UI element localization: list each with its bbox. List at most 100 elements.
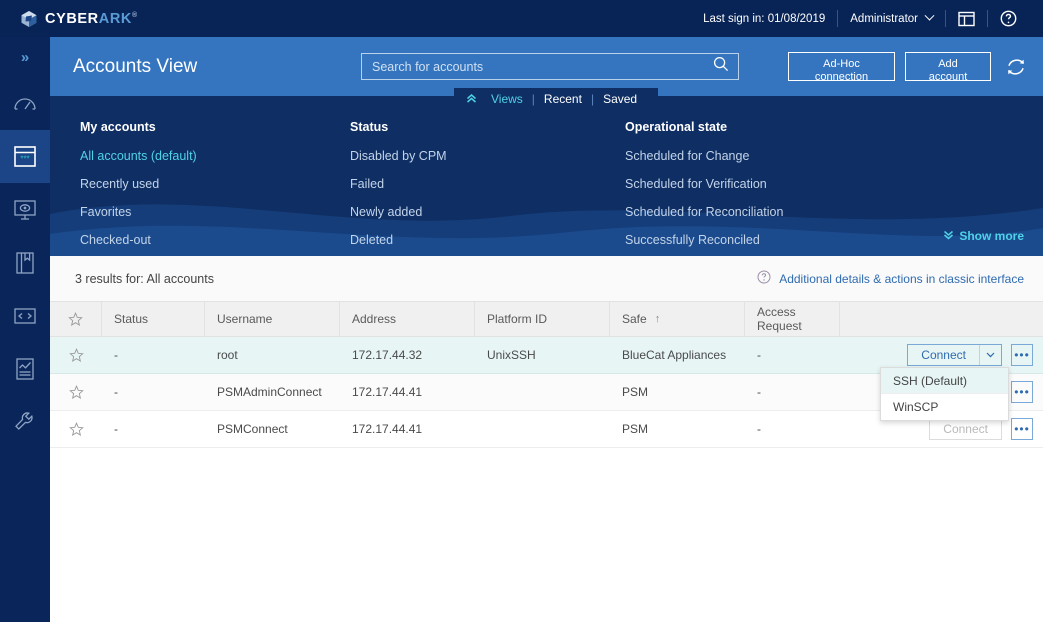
dropdown-item-winscp[interactable]: WinSCP [881, 394, 1008, 420]
user-menu[interactable]: Administrator [838, 0, 945, 37]
row-more-actions-button[interactable]: ••• [1011, 344, 1033, 366]
table-header-row: Status Username Address Platform ID Safe… [50, 301, 1043, 337]
book-icon [16, 251, 34, 274]
sidebar-item-api[interactable] [0, 289, 50, 342]
dropdown-item-ssh-default[interactable]: SSH (Default) [881, 368, 1008, 394]
help-circle-icon [757, 270, 771, 287]
top-bar: CYBERARK® Last sign in: 01/08/2019 Admin… [0, 0, 1043, 37]
connect-button-label: Connect [943, 422, 988, 436]
chevron-down-icon [986, 352, 995, 358]
ad-hoc-connection-button[interactable]: Ad-Hoc connection [788, 52, 895, 83]
column-header-favorite[interactable] [50, 301, 102, 337]
chart-document-icon [16, 357, 34, 380]
views-column-my-accounts: My accounts All accounts (default) Recen… [80, 120, 350, 256]
cell-username: PSMAdminConnect [217, 385, 322, 399]
add-account-line2: account [928, 70, 968, 83]
view-item-recently-used[interactable]: Recently used [80, 177, 350, 191]
cell-username: root [217, 348, 238, 362]
left-sidebar: » *** [0, 37, 50, 622]
results-summary: 3 results for: All accounts [75, 271, 214, 286]
cell-username: PSMConnect [217, 422, 288, 436]
connect-button-label[interactable]: Connect [908, 345, 979, 365]
sidebar-item-accounts[interactable]: *** [0, 130, 50, 183]
row-favorite-toggle[interactable] [50, 411, 102, 447]
monitor-eye-icon [14, 199, 36, 220]
classic-interface-label: Additional details & actions in classic … [779, 271, 1024, 286]
column-header: Status [350, 120, 389, 134]
double-chevron-right-icon: » [20, 48, 30, 66]
sidebar-item-reports[interactable] [0, 236, 50, 289]
column-header-address[interactable]: Address [340, 301, 475, 337]
top-bar-right: Last sign in: 01/08/2019 Administrator [691, 0, 1029, 37]
search-box[interactable] [361, 53, 739, 80]
refresh-button[interactable] [1001, 52, 1031, 82]
cell-address: 172.17.44.41 [352, 422, 423, 436]
cell-access-request: - [757, 422, 761, 436]
sidebar-item-tools[interactable] [0, 395, 50, 448]
tab-recent[interactable]: Recent [535, 92, 591, 106]
view-item-scheduled-for-change[interactable]: Scheduled for Change [625, 149, 925, 163]
column-header-access-request[interactable]: Access Request [745, 301, 840, 337]
help-button[interactable] [988, 0, 1029, 37]
column-header-safe[interactable]: Safe ↑ [610, 301, 745, 337]
star-icon [68, 384, 84, 399]
cell-address: 172.17.44.41 [352, 385, 423, 399]
results-bar: 3 results for: All accounts Additional d… [50, 256, 1043, 301]
row-more-actions-button[interactable]: ••• [1011, 418, 1033, 440]
search-input[interactable] [362, 54, 713, 79]
sidebar-item-analytics[interactable] [0, 342, 50, 395]
view-item-newly-added[interactable]: Newly added [350, 205, 625, 219]
add-account-button[interactable]: Add account [905, 52, 991, 83]
column-header-platform-id[interactable]: Platform ID [475, 301, 610, 337]
chevron-up-icon[interactable] [466, 92, 477, 106]
star-icon [68, 421, 84, 436]
view-item-favorites[interactable]: Favorites [80, 205, 350, 219]
user-menu-label: Administrator [850, 12, 918, 25]
cell-status: - [114, 348, 118, 362]
view-item-disabled-by-cpm[interactable]: Disabled by CPM [350, 149, 625, 163]
connect-dropdown-toggle[interactable] [979, 345, 1001, 365]
tab-views[interactable]: Views [482, 92, 532, 106]
cyberark-cube-icon [20, 10, 38, 28]
view-item-all-accounts[interactable]: All accounts (default) [80, 149, 350, 163]
view-item-scheduled-for-verification[interactable]: Scheduled for Verification [625, 177, 925, 191]
connect-split-button[interactable]: Connect [907, 344, 1002, 366]
cyberark-accounts-page: CYBERARK® Last sign in: 01/08/2019 Admin… [0, 0, 1043, 622]
sidebar-item-dashboard[interactable] [0, 77, 50, 130]
views-column-status: Status Disabled by CPM Failed Newly adde… [350, 120, 625, 256]
cyberark-logo[interactable]: CYBERARK® [20, 10, 138, 28]
column-header: My accounts [80, 120, 156, 134]
column-header-status[interactable]: Status [102, 301, 205, 337]
row-more-actions-button[interactable]: ••• [1011, 381, 1033, 403]
page-title: Accounts View [73, 55, 198, 77]
sort-ascending-icon: ↑ [654, 313, 661, 325]
tab-saved[interactable]: Saved [594, 92, 646, 106]
refresh-icon [1007, 59, 1025, 75]
connect-button-disabled: Connect [929, 418, 1002, 440]
double-chevron-down-icon [943, 229, 954, 243]
cell-status: - [114, 385, 118, 399]
row-favorite-toggle[interactable] [50, 337, 102, 373]
search-icon[interactable] [713, 56, 729, 77]
view-item-scheduled-for-reconciliation[interactable]: Scheduled for Reconciliation [625, 205, 925, 219]
star-icon [68, 347, 84, 362]
view-item-successfully-reconciled[interactable]: Successfully Reconciled [625, 233, 925, 247]
chevron-down-icon [924, 10, 935, 21]
show-more-button[interactable]: Show more [943, 229, 1024, 243]
views-tabs: Views | Recent | Saved [50, 88, 1043, 109]
accounts-window-icon: *** [14, 145, 36, 167]
cell-safe: BlueCat Appliances [622, 348, 727, 362]
view-item-failed[interactable]: Failed [350, 177, 625, 191]
view-item-checked-out[interactable]: Checked-out [80, 233, 350, 247]
panel-layout-button[interactable] [946, 0, 987, 37]
column-header-username[interactable]: Username [205, 301, 340, 337]
help-circle-icon [1000, 10, 1017, 27]
sidebar-expand-button[interactable]: » [0, 37, 50, 77]
view-item-deleted[interactable]: Deleted [350, 233, 625, 247]
star-icon [68, 311, 83, 326]
column-header: Operational state [625, 120, 728, 134]
cell-access-request: - [757, 385, 761, 399]
classic-interface-link[interactable]: Additional details & actions in classic … [757, 270, 1024, 287]
sidebar-item-monitoring[interactable] [0, 183, 50, 236]
row-favorite-toggle[interactable] [50, 374, 102, 410]
